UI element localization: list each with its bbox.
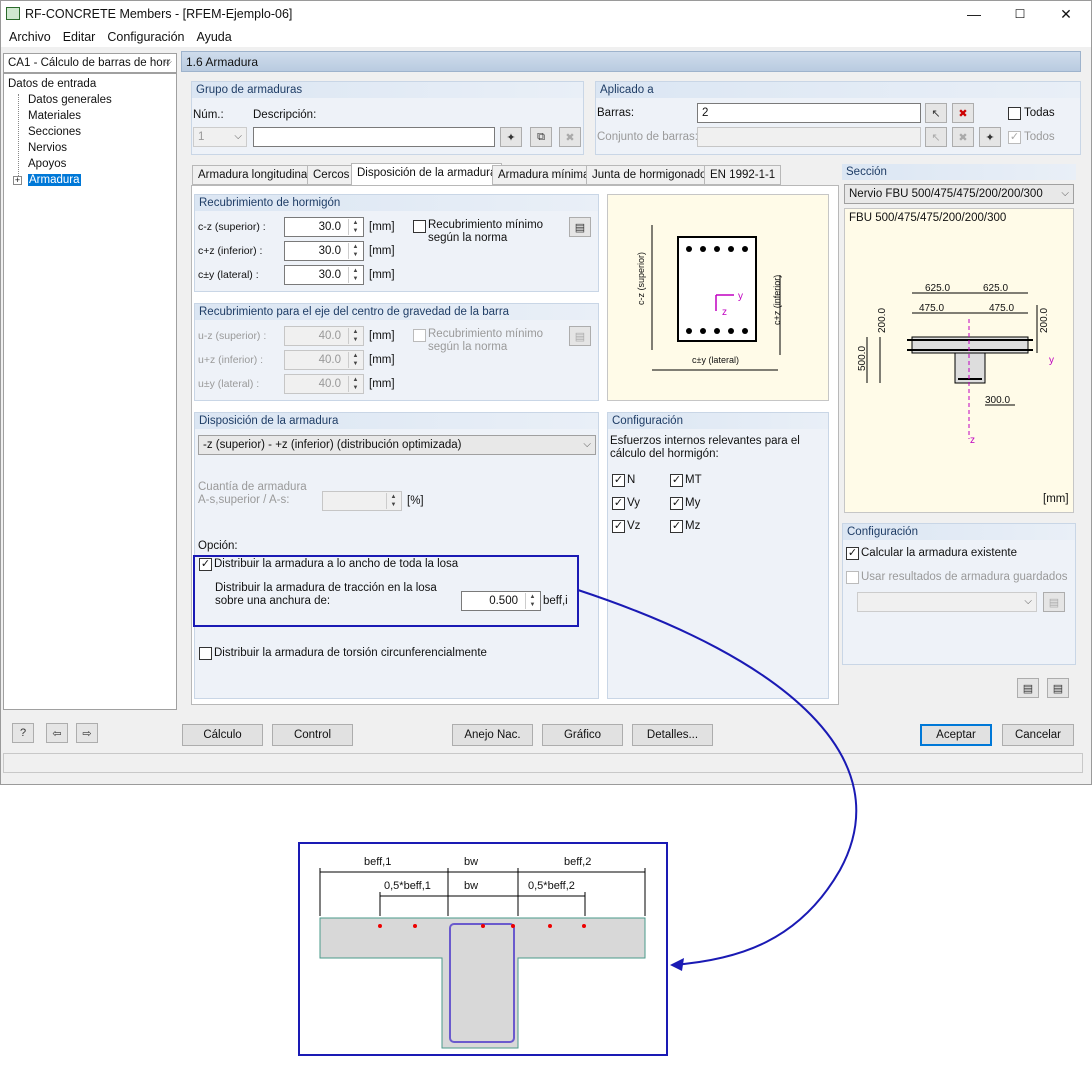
beff2-label: beff,2	[564, 856, 592, 868]
half-beff2-label: 0,5*beff,2	[528, 880, 575, 892]
beff1-label: beff,1	[364, 856, 392, 868]
half-beff1-label: 0,5*beff,1	[384, 880, 431, 892]
zoom-drawing	[319, 868, 646, 1049]
zoom-detail: beff,1 bw beff,2 0,5*beff,1 bw 0,5*beff,…	[298, 842, 668, 1056]
bw2-label: bw	[464, 880, 479, 892]
bw-label: bw	[464, 856, 479, 868]
